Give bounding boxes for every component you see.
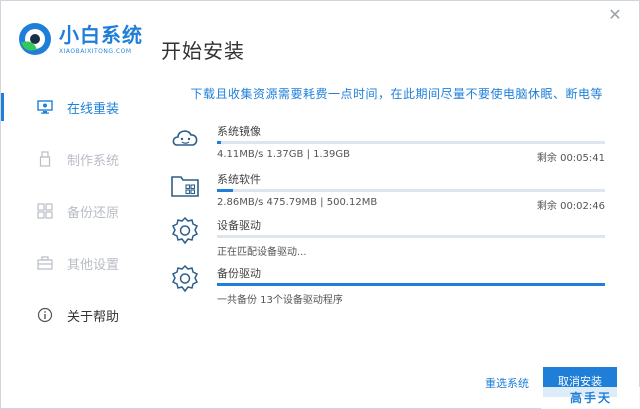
toolbox-icon bbox=[37, 255, 53, 271]
page-title: 开始安装 bbox=[161, 39, 245, 63]
backup-icon bbox=[37, 203, 53, 219]
task-backup-drivers: 备份驱动 一共备份 13个设备驱动程序 bbox=[169, 263, 609, 306]
task-stats: 2.86MB/s 475.79MB | 500.12MB bbox=[217, 197, 378, 208]
active-indicator bbox=[1, 93, 4, 121]
download-notice: 下载且收集资源需要耗费一点时间，在此期间尽量不要使电脑休眠、断电等 bbox=[190, 87, 603, 101]
progress-track bbox=[217, 189, 605, 192]
task-name: 系统软件 bbox=[217, 173, 261, 186]
sidebar-item-label: 关于帮助 bbox=[67, 309, 120, 325]
progress-track bbox=[217, 283, 605, 286]
monitor-icon bbox=[37, 99, 53, 115]
app-logo: 小白系统 XIAOBAIXITONG.COM bbox=[19, 23, 143, 55]
usb-icon bbox=[37, 151, 53, 167]
logo-title: 小白系统 bbox=[59, 22, 143, 47]
close-button[interactable]: ✕ bbox=[607, 7, 623, 23]
logo-icon bbox=[19, 23, 51, 55]
sidebar-item-backup-restore[interactable]: 备份还原 bbox=[1, 185, 151, 237]
task-stats: 正在匹配设备驱动... bbox=[217, 247, 307, 258]
installer-window: 小白系统 XIAOBAIXITONG.COM ✕ 开始安装 在线重装 制作系统 … bbox=[0, 0, 640, 409]
gear-icon bbox=[169, 215, 201, 247]
sidebar-item-make-system[interactable]: 制作系统 bbox=[1, 133, 151, 185]
task-system-image: 系统镜像 4.11MB/s 1.37GB | 1.39GB 剩余 00:05:4… bbox=[169, 121, 609, 164]
task-name: 系统镜像 bbox=[217, 125, 261, 138]
task-name: 备份驱动 bbox=[217, 267, 261, 280]
reselect-system-link[interactable]: 重选系统 bbox=[485, 375, 529, 391]
gear-icon bbox=[169, 263, 201, 295]
task-remaining: 剩余 00:05:41 bbox=[536, 153, 605, 164]
close-icon: ✕ bbox=[608, 5, 622, 24]
sidebar: 在线重装 制作系统 备份还原 其他设置 关于帮助 bbox=[1, 81, 151, 341]
progress-fill bbox=[217, 283, 605, 286]
sidebar-item-label: 备份还原 bbox=[67, 205, 120, 221]
sidebar-item-about-help[interactable]: 关于帮助 bbox=[1, 289, 151, 341]
task-system-software: 系统软件 2.86MB/s 475.79MB | 500.12MB 剩余 00:… bbox=[169, 169, 609, 212]
sidebar-item-other-settings[interactable]: 其他设置 bbox=[1, 237, 151, 289]
task-stats: 一共备份 13个设备驱动程序 bbox=[217, 295, 343, 306]
task-stats: 4.11MB/s 1.37GB | 1.39GB bbox=[217, 149, 350, 160]
progress-fill bbox=[217, 189, 233, 192]
sidebar-item-label: 制作系统 bbox=[67, 153, 120, 169]
sidebar-item-label: 其他设置 bbox=[67, 257, 120, 273]
cloud-face-icon bbox=[169, 121, 201, 153]
progress-track bbox=[217, 235, 605, 238]
watermark: 高手天 bbox=[541, 387, 640, 409]
folder-apps-icon bbox=[169, 169, 201, 201]
task-name: 设备驱动 bbox=[217, 219, 261, 232]
sidebar-item-online-reinstall[interactable]: 在线重装 bbox=[1, 81, 151, 133]
progress-fill bbox=[217, 141, 221, 144]
task-remaining: 剩余 00:02:46 bbox=[536, 201, 605, 212]
task-device-drivers: 设备驱动 正在匹配设备驱动... bbox=[169, 215, 609, 258]
progress-track bbox=[217, 141, 605, 144]
info-icon bbox=[37, 307, 53, 323]
sidebar-item-label: 在线重装 bbox=[67, 101, 120, 117]
logo-subtitle: XIAOBAIXITONG.COM bbox=[59, 47, 132, 55]
